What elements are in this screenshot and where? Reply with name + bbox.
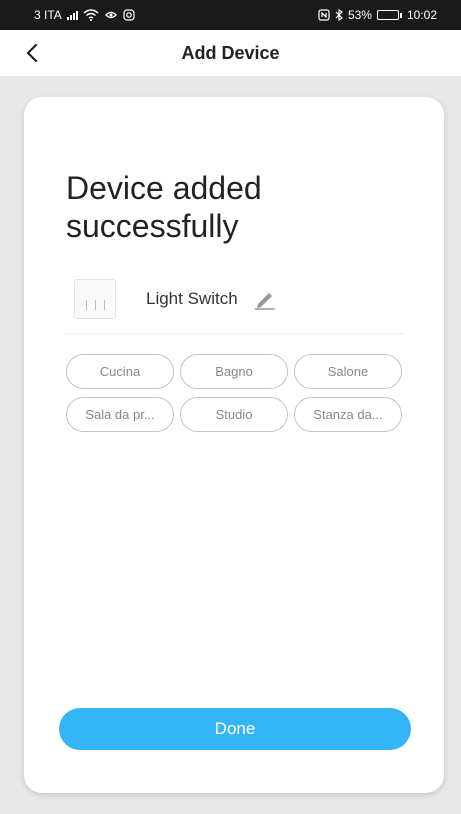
status-bar: 3 ITA 53% 10:02 [0,0,461,30]
signal-icon [66,10,78,20]
edit-name-button[interactable] [252,286,278,312]
nav-bar: Add Device [0,30,461,76]
pencil-icon [254,293,275,310]
instagram-icon [123,9,135,21]
status-right: 53% 10:02 [318,8,437,22]
room-list: Cucina Bagno Salone Sala da pr... Studio Stan… [66,354,402,432]
wifi-icon [83,9,99,21]
status-left: 3 ITA [34,8,135,22]
room-chip[interactable]: Salone [294,354,402,389]
room-chip[interactable]: Cucina [66,354,174,389]
bluetooth-icon [335,9,343,21]
result-card: Device added successfully Light Switch C… [24,97,444,793]
chevron-left-icon [26,43,38,63]
carrier-label: 3 ITA [34,8,62,22]
page-title: Add Device [181,42,280,63]
room-chip[interactable]: Studio [180,397,288,432]
back-button[interactable] [18,39,46,67]
device-row: Light Switch [74,277,374,321]
location-icon [104,11,117,19]
divider [64,333,404,334]
room-chip[interactable]: Stanza da... [294,397,402,432]
success-headline: Device added successfully [66,170,262,244]
device-name: Light Switch [146,289,238,308]
light-switch-icon [74,279,116,319]
room-chip[interactable]: Bagno [180,354,288,389]
room-chip[interactable]: Sala da pr... [66,397,174,432]
nfc-icon [318,9,330,21]
battery-icon [376,10,402,20]
clock: 10:02 [406,8,437,22]
battery-percent: 53% [347,8,372,22]
done-button[interactable]: Done [59,708,411,750]
